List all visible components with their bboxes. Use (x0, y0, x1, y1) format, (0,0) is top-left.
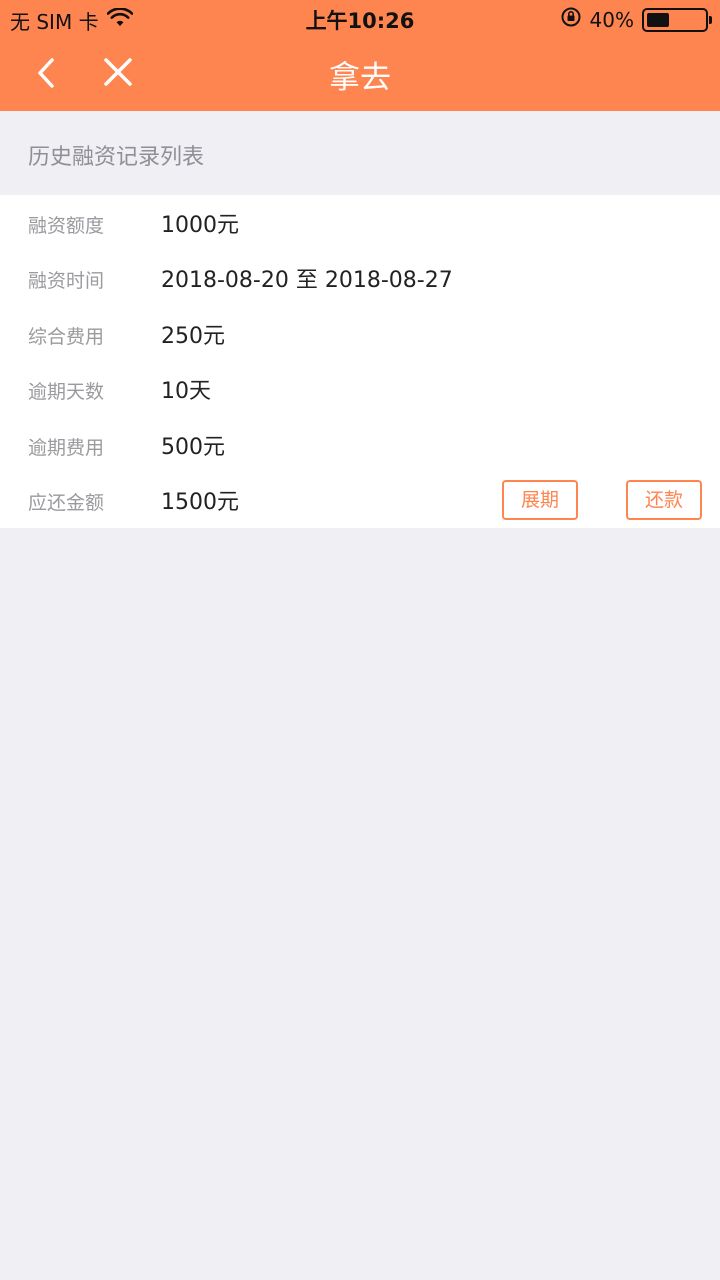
top-bar: 无 SIM 卡 上午10:26 40% 拿去 (0, 0, 720, 111)
battery-percent: 40% (589, 7, 634, 32)
row-value: 250元 (161, 324, 225, 349)
extend-button[interactable]: 展期 (502, 480, 578, 520)
row-label: 融资额度 (28, 215, 105, 237)
row-fee: 综合费用 250元 (0, 306, 720, 361)
row-value: 10天 (161, 379, 211, 404)
repay-button[interactable]: 还款 (626, 480, 702, 520)
row-value: 1500元 (161, 490, 239, 515)
row-label: 逾期费用 (28, 437, 105, 459)
row-value: 1000元 (161, 213, 239, 238)
page-title: 拿去 (329, 60, 391, 96)
row-amount-due: 应还金额 1500元 (0, 472, 720, 527)
row-label: 应还金额 (28, 492, 105, 514)
navigation-bar: 拿去 (0, 38, 720, 111)
row-label: 综合费用 (28, 326, 105, 348)
row-overdue-fee: 逾期费用 500元 (0, 417, 720, 472)
rotation-lock-icon (560, 6, 582, 33)
financing-record-card: 融资额度 1000元 融资时间 2018-08-20 至 2018-08-27 … (0, 195, 720, 528)
battery-level (647, 12, 669, 27)
section-title: 历史融资记录列表 (28, 145, 205, 170)
status-bar: 无 SIM 卡 上午10:26 40% (0, 0, 720, 38)
row-overdue-days: 逾期天数 10天 (0, 361, 720, 416)
row-value: 2018-08-20 至 2018-08-27 (161, 268, 453, 293)
row-amount: 融资额度 1000元 (0, 195, 720, 250)
row-label: 逾期天数 (28, 381, 105, 403)
row-value: 500元 (161, 435, 225, 460)
row-label: 融资时间 (28, 270, 105, 292)
battery-icon (642, 7, 712, 32)
row-period: 融资时间 2018-08-20 至 2018-08-27 (0, 250, 720, 305)
section-header: 历史融资记录列表 (0, 111, 720, 195)
